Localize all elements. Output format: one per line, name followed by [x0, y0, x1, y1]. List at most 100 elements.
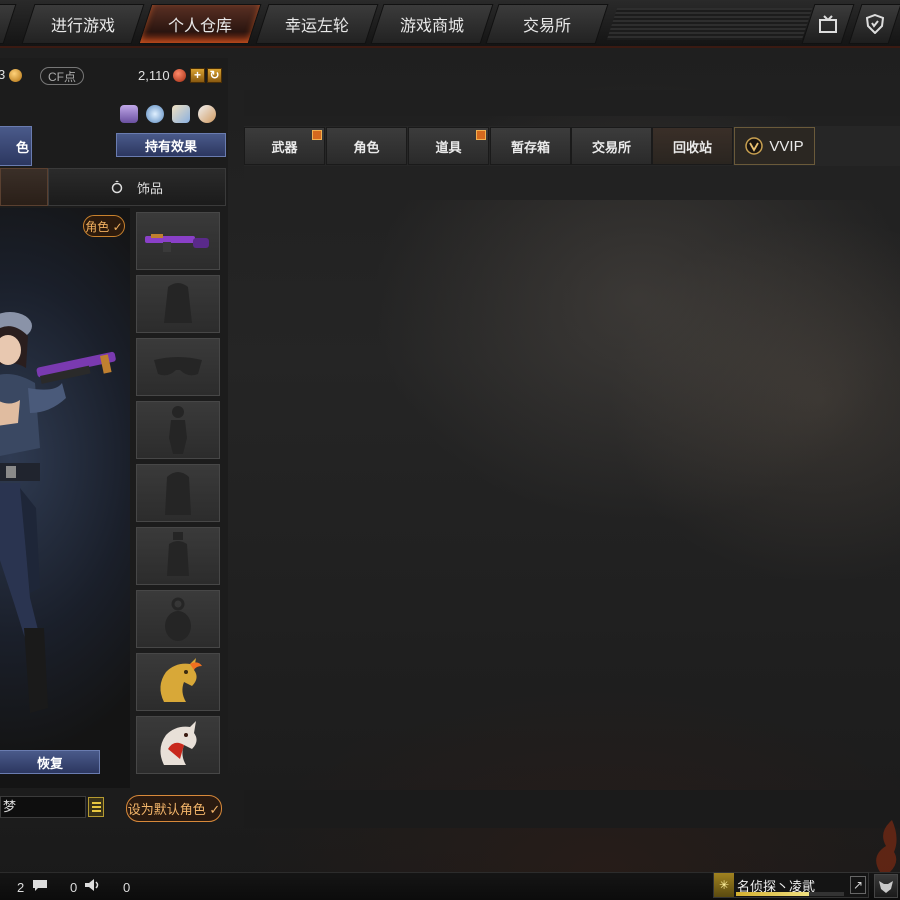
speaker-icon[interactable]: [84, 878, 102, 895]
expand-icon[interactable]: ↗: [850, 876, 866, 894]
goggles-icon: [154, 357, 202, 376]
character-name-field[interactable]: 梦: [0, 796, 86, 818]
gift-effect-icon[interactable]: [198, 105, 216, 123]
tab-weapons[interactable]: 武器: [244, 127, 325, 165]
nav-tab-play[interactable]: 进行游戏: [21, 4, 145, 44]
name-menu-button[interactable]: [88, 797, 104, 817]
bag-icon: [165, 472, 191, 515]
role-badge: 角色 ✓: [83, 215, 125, 237]
refresh-points-button[interactable]: ↻: [207, 68, 222, 83]
effect-icons: [120, 102, 228, 126]
nav-tab-exchange[interactable]: 交易所: [485, 4, 609, 44]
points-amount: 2,110: [138, 68, 170, 83]
filter-strip: [244, 166, 900, 200]
tab-label: 道具: [435, 139, 462, 155]
rank-icon: ✳: [714, 873, 734, 897]
backpack-icon: [164, 283, 192, 323]
slot-bag[interactable]: [136, 464, 220, 522]
vvip-icon: [745, 137, 764, 155]
subtab-accessory-label: 饰品: [136, 180, 163, 196]
ember-decoration: [876, 820, 897, 872]
nav-tab-label: 幸运左轮: [284, 18, 349, 35]
slot-backpack[interactable]: [136, 275, 220, 333]
settings-button[interactable]: [874, 874, 898, 898]
tab-label: 武器: [271, 139, 298, 155]
currency-row: 3 CF点 2,110 + ↻: [0, 66, 228, 88]
left-top-tab-label: 色: [15, 139, 29, 155]
tab-label: 回收站: [672, 139, 712, 155]
cf-points-badge: CF点: [40, 67, 84, 85]
stats-effect-icon[interactable]: [120, 105, 138, 123]
slot-goggles[interactable]: [136, 338, 220, 396]
gold-horse-icon: [160, 658, 202, 702]
tab-label: 角色: [353, 139, 380, 155]
left-top-tab[interactable]: 色: [0, 126, 32, 166]
wolf-icon: [879, 881, 893, 893]
weapon-slot-rifle[interactable]: [136, 212, 220, 270]
nav-tab-label: 个人仓库: [167, 18, 232, 35]
slot-horse-red[interactable]: [136, 716, 220, 774]
restore-button[interactable]: 恢复: [0, 750, 100, 774]
slot-grenade[interactable]: [136, 527, 220, 585]
red-horse-icon: [160, 721, 197, 765]
points-coin-icon: [173, 69, 186, 82]
slot-flashbang[interactable]: [136, 590, 220, 648]
nav-tab-label: 游戏商城: [399, 18, 464, 35]
nav-tab-label: 交易所: [522, 18, 571, 35]
character-preview[interactable]: [0, 208, 130, 788]
rifle-icon: [145, 234, 209, 252]
set-default-role-label: 设为默认角色 ✓: [127, 802, 221, 817]
slot-horse-gold[interactable]: [136, 653, 220, 711]
effects-button[interactable]: 持有效果: [116, 133, 226, 157]
nav-tab-lucky-wheel[interactable]: 幸运左轮: [255, 4, 379, 44]
restore-button-label: 恢复: [36, 755, 63, 771]
tab-vvip[interactable]: VVIP: [734, 127, 815, 165]
set-default-role-button[interactable]: 设为默认角色 ✓: [126, 795, 222, 822]
menu-icon: [91, 802, 101, 804]
nav-tab-label: 进行游戏: [50, 18, 115, 35]
nav-logo-stub[interactable]: [0, 4, 17, 44]
chat-icon[interactable]: [32, 878, 48, 895]
tab-storage[interactable]: 暂存箱: [490, 127, 571, 165]
voice-count: 0: [123, 880, 131, 895]
character-model-icon: [0, 312, 116, 713]
menu-icon: [91, 810, 101, 812]
flashbang-icon: [165, 597, 191, 641]
nav-tab-warehouse[interactable]: 个人仓库: [138, 4, 262, 44]
slot-character[interactable]: [136, 401, 220, 459]
tab-items[interactable]: 道具: [408, 127, 489, 165]
tab-label: 交易所: [591, 139, 631, 155]
effects-button-label: 持有效果: [144, 138, 197, 154]
chat-count: 0: [70, 880, 78, 895]
shield-button[interactable]: [848, 4, 900, 44]
tab-exchange[interactable]: 交易所: [571, 127, 652, 165]
nav-tab-shop[interactable]: 游戏商城: [370, 4, 494, 44]
gold-coin-icon: [9, 69, 22, 82]
shield-icon: [866, 14, 884, 34]
subtab-character[interactable]: [0, 168, 48, 206]
character-name-value: 梦: [3, 799, 17, 814]
ring-icon: [111, 180, 123, 194]
tab-label: VVIP: [769, 137, 804, 155]
user-box[interactable]: ✳ 名侦探丶凌貮 ↗: [713, 872, 869, 898]
tab-label: 暂存箱: [510, 139, 550, 155]
tv-icon: [819, 15, 837, 33]
menu-icon: [91, 806, 101, 808]
gift-icon: [312, 130, 322, 140]
top-nav: 进行游戏 个人仓库 幸运左轮 游戏商城 交易所: [0, 0, 900, 48]
xp-fill: [736, 892, 810, 896]
gold-amount: 3: [0, 67, 6, 82]
figure-icon: [169, 406, 187, 454]
bonus-effect-icon[interactable]: [172, 105, 190, 123]
tab-recycle-bin[interactable]: 回收站: [652, 127, 733, 165]
friends-count: 2: [17, 880, 25, 895]
inventory-content: [244, 200, 900, 788]
nav-decoration: [606, 8, 813, 40]
subtab-accessory[interactable]: 饰品: [48, 168, 226, 206]
add-points-button[interactable]: +: [190, 68, 205, 83]
gift-icon: [476, 130, 486, 140]
tab-characters[interactable]: 角色: [326, 127, 407, 165]
bottom-strip: [244, 790, 900, 828]
role-badge-label: 角色 ✓: [85, 219, 123, 234]
exp-effect-icon[interactable]: [146, 105, 164, 123]
